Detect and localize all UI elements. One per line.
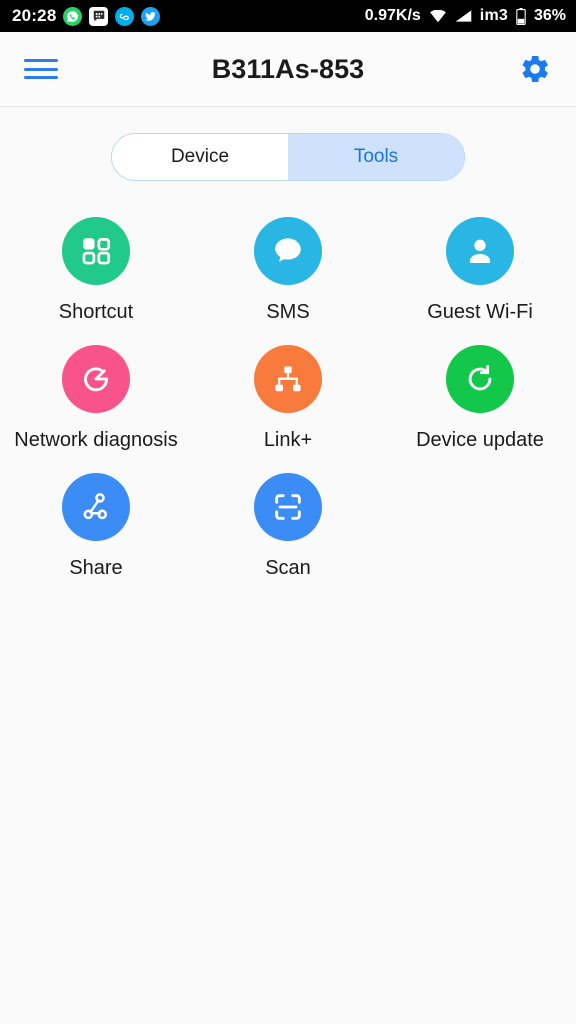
tool-label: Device update [416,429,544,451]
tool-label: Link+ [263,429,313,451]
status-bar-right: 0.97K/s im3 36% [365,7,566,25]
status-bar-left: 20:28 [12,6,365,26]
tool-sms[interactable]: SMS [192,217,384,323]
tool-shortcut[interactable]: Shortcut [0,217,192,323]
wifi-icon [429,9,447,23]
share-nodes-icon [83,493,108,520]
hamburger-line [24,76,58,79]
whatsapp-icon [63,6,83,26]
gauge-meter-icon [84,367,108,392]
scan-frame-icon [275,494,301,520]
page-title: B311As-853 [211,53,365,84]
speech-bubble-icon [275,238,301,262]
status-time: 20:28 [12,6,57,25]
tab-tools[interactable]: Tools [288,134,464,180]
tool-label: Shortcut [58,301,134,323]
tool-label: Network diagnosis [14,429,178,451]
gear-icon[interactable] [518,52,552,86]
twitter-icon [141,6,161,26]
tool-label: Share [69,557,123,579]
tool-share[interactable]: Share [0,473,192,579]
hamburger-menu-icon[interactable] [24,56,58,82]
battery-percent: 36% [533,7,566,24]
signal-icon [455,9,472,23]
tool-scan[interactable]: Scan [192,473,384,579]
network-diagnosis-icon-circle [62,345,130,413]
app-header: B311As-853 [0,32,576,107]
loop-icon [115,6,135,26]
device-update-icon-circle [446,345,514,413]
guest-wifi-icon-circle [446,217,514,285]
grid-squares-icon [82,238,111,265]
sms-icon-circle [254,217,322,285]
tool-network-diagnosis[interactable]: Network diagnosis [0,345,192,451]
tool-label: Guest Wi-Fi [427,301,533,323]
tool-guest-wifi[interactable]: Guest Wi-Fi [384,217,576,323]
tab-device[interactable]: Device [112,134,288,180]
tool-link-plus[interactable]: Link+ [192,345,384,451]
carrier-label: im3 [479,7,508,24]
refresh-circle-icon [468,364,492,391]
link-plus-icon-circle [254,345,322,413]
person-icon [469,239,491,264]
tools-grid: Shortcut SMS Guest Wi-Fi Network diagnos… [0,217,576,579]
network-topology-icon [275,366,301,392]
network-speed: 0.97K/s [364,7,421,24]
tool-label: SMS [266,301,310,323]
tool-device-update[interactable]: Device update [384,345,576,451]
shortcut-icon-circle [62,217,130,285]
tool-label: Scan [265,557,311,579]
bbm-icon [89,6,109,26]
share-icon-circle [62,473,130,541]
scan-icon-circle [254,473,322,541]
segmented-control: Device Tools [111,133,465,181]
hamburger-line [24,59,58,62]
tab-switcher: Device Tools [0,107,576,181]
status-bar: 20:28 0.97K/s im3 36% [0,0,576,32]
battery-icon [516,7,526,25]
hamburger-line [24,67,58,71]
